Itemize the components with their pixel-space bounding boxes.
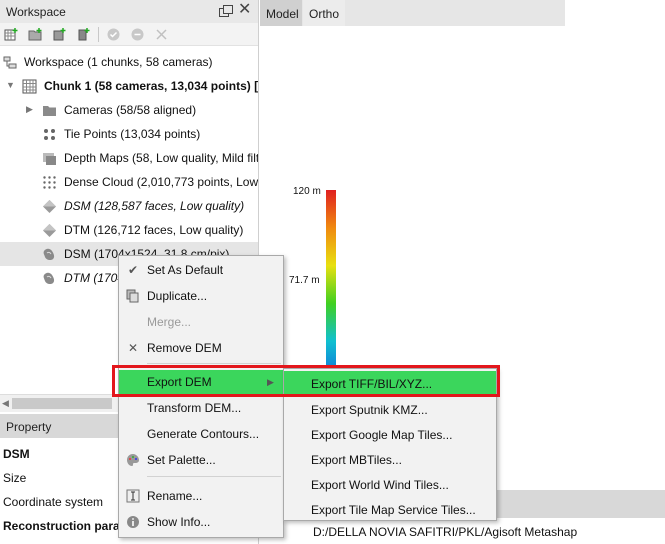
submenu-item-label: Export Tile Map Service Tiles... bbox=[311, 503, 476, 517]
remove-icon[interactable] bbox=[154, 27, 169, 42]
close-panel-icon[interactable]: ✕ bbox=[238, 2, 251, 18]
tree-item-depth-maps[interactable]: Depth Maps (58, Low quality, Mild filt bbox=[0, 146, 259, 170]
menu-item-label: Rename... bbox=[147, 489, 203, 503]
colorbar-mid-label: 71.7 m bbox=[289, 275, 320, 286]
scroll-left-icon[interactable]: ◀ bbox=[2, 398, 9, 409]
property-row: Coordinate system bbox=[3, 495, 104, 509]
check-icon: ✔ bbox=[127, 263, 139, 277]
menu-item-label: Merge... bbox=[147, 315, 192, 329]
highlight-annotation-box bbox=[112, 365, 500, 397]
scrollbar-thumb[interactable] bbox=[12, 398, 112, 409]
tree-item-workspace[interactable]: Workspace (1 chunks, 58 cameras) bbox=[0, 50, 258, 74]
tree-item-chunk[interactable]: ▼ Chunk 1 (58 cameras, 13,034 points) [R bbox=[0, 74, 259, 98]
menu-item-transform-dem[interactable]: Transform DEM... bbox=[119, 396, 283, 420]
dem-icon bbox=[43, 272, 55, 285]
property-row: Size bbox=[3, 471, 27, 485]
info-icon bbox=[127, 516, 139, 528]
property-row: DSM bbox=[3, 447, 30, 461]
tree-item-dtm-mesh[interactable]: DTM (126,712 faces, Low quality) bbox=[0, 218, 258, 242]
add-markers-icon[interactable] bbox=[76, 27, 91, 42]
palette-icon bbox=[127, 454, 139, 466]
collapse-arrow-icon[interactable]: ▼ bbox=[6, 80, 15, 90]
add-folder-icon[interactable] bbox=[28, 27, 43, 42]
workspace-titlebar: Workspace ✕ bbox=[0, 0, 258, 23]
menu-item-label: Transform DEM... bbox=[147, 401, 242, 415]
tree-label: Tie Points (13,034 points) bbox=[64, 127, 201, 141]
colorbar-max-label: 120 m bbox=[293, 186, 321, 197]
menu-item-label: Remove DEM bbox=[147, 341, 222, 355]
menu-item-merge[interactable]: Merge... bbox=[119, 310, 283, 334]
add-chunk-icon[interactable] bbox=[4, 27, 19, 42]
tree-label: Depth Maps (58, Low quality, Mild filt bbox=[64, 151, 259, 165]
menu-separator bbox=[147, 476, 281, 477]
tree-item-cameras[interactable]: ▶ Cameras (58/58 aligned) bbox=[0, 98, 258, 122]
tab-model[interactable]: Model bbox=[260, 0, 302, 26]
menu-item-set-palette[interactable]: Set Palette... bbox=[119, 448, 283, 472]
submenu-item-label: Export World Wind Tiles... bbox=[311, 478, 449, 492]
tree-label: DTM (1704 bbox=[64, 271, 125, 285]
menu-item-show-info[interactable]: Show Info... bbox=[119, 510, 283, 534]
tree-label: DTM (126,712 faces, Low quality) bbox=[64, 223, 244, 237]
menu-item-label: Generate Contours... bbox=[147, 427, 260, 441]
menu-separator bbox=[147, 363, 281, 364]
view-tabs: Model Ortho bbox=[260, 0, 565, 26]
submenu-item-export-google-map-tiles[interactable]: Export Google Map Tiles... bbox=[284, 422, 496, 447]
menu-item-set-as-default[interactable]: ✔ Set As Default bbox=[119, 258, 283, 282]
submenu-item-export-sputnik-kmz[interactable]: Export Sputnik KMZ... bbox=[284, 397, 496, 422]
duplicate-icon bbox=[126, 289, 139, 303]
rename-icon bbox=[126, 489, 140, 503]
menu-item-label: Set As Default bbox=[147, 263, 224, 277]
menu-item-label: Show Info... bbox=[147, 515, 211, 529]
tie-points-icon bbox=[44, 129, 55, 140]
dem-icon bbox=[43, 248, 55, 261]
menu-item-label: Duplicate... bbox=[147, 289, 208, 303]
tree-item-dense-cloud[interactable]: Dense Cloud (2,010,773 points, Low q bbox=[0, 170, 259, 194]
submenu-item-label: Export Google Map Tiles... bbox=[311, 428, 453, 442]
menu-item-duplicate[interactable]: Duplicate... bbox=[119, 284, 283, 308]
workspace-icon bbox=[3, 56, 17, 69]
workspace-title: Workspace bbox=[6, 5, 66, 19]
disable-icon[interactable] bbox=[130, 27, 145, 42]
tree-label: Cameras (58/58 aligned) bbox=[64, 103, 197, 117]
tree-item-tie-points[interactable]: Tie Points (13,034 points) bbox=[0, 122, 258, 146]
menu-item-label: Set Palette... bbox=[147, 453, 216, 467]
depth-maps-icon bbox=[43, 153, 56, 165]
add-photos-icon[interactable] bbox=[52, 27, 67, 42]
dense-cloud-icon bbox=[43, 176, 56, 189]
tree-label: Chunk 1 (58 cameras, 13,034 points) [R bbox=[44, 79, 259, 93]
mesh-icon bbox=[43, 224, 56, 237]
property-header-label: Property bbox=[6, 420, 52, 434]
tree-label: Workspace (1 chunks, 58 cameras) bbox=[24, 55, 213, 69]
submenu-item-export-world-wind-tiles[interactable]: Export World Wind Tiles... bbox=[284, 472, 496, 497]
expand-arrow-icon[interactable]: ▶ bbox=[26, 104, 33, 115]
tree-item-dsm-mesh[interactable]: DSM (128,587 faces, Low quality) bbox=[0, 194, 258, 218]
workspace-toolbar bbox=[0, 23, 258, 46]
enable-icon[interactable] bbox=[106, 27, 121, 42]
tree-label: Dense Cloud (2,010,773 points, Low q bbox=[64, 175, 259, 189]
chunk-icon bbox=[22, 79, 37, 94]
submenu-item-label: Export MBTiles... bbox=[311, 453, 402, 467]
submenu-item-label: Export Sputnik KMZ... bbox=[311, 403, 428, 417]
mesh-icon bbox=[43, 200, 56, 213]
menu-item-remove-dem[interactable]: ✕ Remove DEM bbox=[119, 336, 283, 360]
toolbar-separator bbox=[98, 27, 99, 42]
property-row: Reconstruction paran bbox=[3, 519, 128, 533]
menu-item-generate-contours[interactable]: Generate Contours... bbox=[119, 422, 283, 446]
tree-label: DSM (128,587 faces, Low quality) bbox=[64, 199, 245, 213]
remove-icon: ✕ bbox=[127, 341, 139, 355]
file-path-text: D:/DELLA NOVIA SAFITRI/PKL/Agisoft Metas… bbox=[313, 525, 578, 539]
submenu-item-export-mbtiles[interactable]: Export MBTiles... bbox=[284, 447, 496, 472]
float-panel-icon[interactable] bbox=[219, 5, 233, 17]
folder-icon bbox=[43, 106, 56, 116]
submenu-item-export-tms-tiles[interactable]: Export Tile Map Service Tiles... bbox=[284, 497, 496, 522]
tab-ortho[interactable]: Ortho bbox=[303, 0, 345, 26]
menu-item-rename[interactable]: Rename... bbox=[119, 484, 283, 508]
